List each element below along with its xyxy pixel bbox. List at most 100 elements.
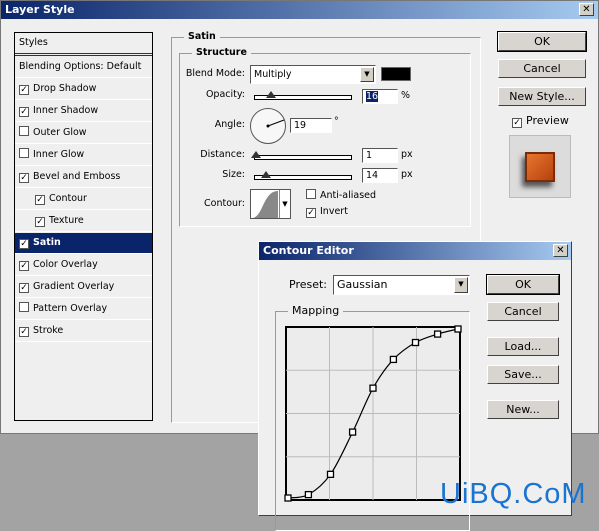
style-item-label: Color Overlay bbox=[33, 259, 98, 270]
preview-checkbox[interactable]: ✓ Preview bbox=[512, 114, 569, 128]
style-checkbox[interactable]: ✓ bbox=[35, 217, 45, 227]
blend-mode-select[interactable]: Multiply ▼ bbox=[250, 65, 376, 84]
preview-swatch bbox=[525, 152, 555, 182]
size-slider-thumb[interactable] bbox=[261, 171, 271, 178]
style-checkbox[interactable]: ✓ bbox=[19, 173, 29, 183]
contour-ok-button[interactable]: OK bbox=[486, 274, 560, 295]
size-slider[interactable] bbox=[254, 171, 352, 180]
distance-input[interactable]: 1 bbox=[362, 148, 398, 163]
mapping-label: Mapping bbox=[288, 304, 344, 317]
styles-list-item[interactable]: Pattern Overlay bbox=[15, 299, 152, 320]
styles-list-item[interactable]: ✓ Contour bbox=[15, 189, 152, 210]
anti-aliased-label: Anti-aliased bbox=[320, 190, 377, 201]
contour-picker[interactable]: ▼ bbox=[250, 189, 291, 219]
style-item-label: Stroke bbox=[33, 325, 64, 336]
distance-slider[interactable] bbox=[251, 151, 352, 160]
style-checkbox[interactable]: ✓ bbox=[19, 107, 29, 117]
chevron-down-icon[interactable]: ▼ bbox=[454, 277, 468, 293]
style-checkbox[interactable]: ✓ bbox=[19, 283, 29, 293]
preset-label: Preset: bbox=[289, 278, 328, 291]
contour-cancel-button[interactable]: Cancel bbox=[487, 302, 559, 321]
contour-label: Contour: bbox=[204, 198, 245, 209]
opacity-value: 16 bbox=[366, 91, 379, 102]
invert-checkbox[interactable]: ✓ Invert bbox=[306, 206, 348, 218]
style-item-label: Drop Shadow bbox=[33, 83, 97, 94]
contour-dropdown-arrow-icon[interactable]: ▼ bbox=[279, 190, 290, 218]
angle-dial[interactable] bbox=[250, 108, 286, 144]
blend-mode-label: Blend Mode: bbox=[185, 68, 245, 79]
style-item-label: Bevel and Emboss bbox=[33, 171, 121, 182]
style-checkbox[interactable]: ✓ bbox=[19, 239, 29, 249]
curve-point[interactable] bbox=[433, 330, 442, 338]
distance-slider-thumb[interactable] bbox=[251, 151, 261, 158]
distance-unit: px bbox=[401, 149, 413, 160]
styles-list-item[interactable]: ✓ Satin bbox=[15, 233, 152, 254]
opacity-slider-thumb[interactable] bbox=[266, 91, 276, 98]
styles-list-item[interactable]: ✓ Stroke bbox=[15, 321, 152, 342]
style-item-label: Outer Glow bbox=[33, 127, 87, 138]
opacity-input[interactable]: 16 bbox=[362, 89, 398, 104]
curve-point[interactable] bbox=[454, 325, 462, 333]
angle-dial-needle bbox=[266, 119, 285, 128]
angle-unit: ° bbox=[334, 116, 339, 127]
styles-list-item[interactable]: ✓ Bevel and Emboss bbox=[15, 167, 152, 188]
styles-list-item[interactable]: Inner Glow bbox=[15, 145, 152, 166]
contour-curve-graph[interactable] bbox=[284, 325, 462, 502]
styles-list-item[interactable]: ✓ Gradient Overlay bbox=[15, 277, 152, 298]
preview-checkbox-box[interactable]: ✓ bbox=[512, 118, 522, 128]
style-checkbox[interactable]: ✓ bbox=[19, 85, 29, 95]
styles-list-item[interactable]: Outer Glow bbox=[15, 123, 152, 144]
satin-group-label: Satin bbox=[184, 31, 220, 42]
size-value: 14 bbox=[366, 170, 379, 181]
style-checkbox[interactable] bbox=[19, 302, 29, 312]
style-checkbox[interactable]: ✓ bbox=[35, 195, 45, 205]
styles-list-item[interactable]: ✓ Inner Shadow bbox=[15, 101, 152, 122]
style-checkbox[interactable] bbox=[19, 126, 29, 136]
anti-aliased-checkbox-box[interactable] bbox=[306, 189, 316, 199]
styles-list-item[interactable]: Styles bbox=[15, 33, 152, 56]
contour-editor-close-button[interactable]: ✕ bbox=[553, 244, 568, 257]
styles-list-item[interactable]: ✓ Drop Shadow bbox=[15, 79, 152, 100]
cancel-button[interactable]: Cancel bbox=[498, 59, 586, 78]
dialog-title: Layer Style bbox=[5, 3, 75, 16]
close-button[interactable]: ✕ bbox=[579, 3, 594, 16]
size-input[interactable]: 14 bbox=[362, 168, 398, 183]
ok-button[interactable]: OK bbox=[497, 31, 587, 52]
curve-point[interactable] bbox=[411, 338, 420, 347]
load-button[interactable]: Load... bbox=[487, 337, 559, 356]
invert-checkbox-box[interactable]: ✓ bbox=[306, 208, 316, 218]
chevron-down-icon[interactable]: ▼ bbox=[360, 67, 374, 82]
style-checkbox[interactable] bbox=[19, 148, 29, 158]
curve-point[interactable] bbox=[348, 428, 357, 436]
curve-point[interactable] bbox=[284, 494, 292, 502]
styles-list-item[interactable]: ✓ Color Overlay bbox=[15, 255, 152, 276]
style-item-label: Texture bbox=[49, 215, 84, 226]
anti-aliased-checkbox[interactable]: Anti-aliased bbox=[306, 189, 376, 201]
new-button[interactable]: New... bbox=[487, 400, 559, 419]
size-label: Size: bbox=[222, 169, 245, 180]
new-style-button[interactable]: New Style... bbox=[498, 87, 586, 106]
styles-list-item[interactable]: ✓ Texture bbox=[15, 211, 152, 232]
styles-list-item[interactable]: Blending Options: Default bbox=[15, 57, 152, 78]
style-item-label: Contour bbox=[49, 193, 87, 204]
satin-color-swatch[interactable] bbox=[381, 67, 411, 81]
opacity-unit: % bbox=[401, 90, 411, 101]
preset-value: Gaussian bbox=[337, 278, 388, 291]
layer-style-title-bar[interactable]: Layer Style bbox=[1, 1, 598, 19]
save-button[interactable]: Save... bbox=[487, 365, 559, 384]
preset-select[interactable]: Gaussian ▼ bbox=[333, 275, 470, 295]
invert-label: Invert bbox=[320, 206, 348, 217]
curve-point[interactable] bbox=[326, 470, 335, 478]
curve-point[interactable] bbox=[389, 355, 398, 364]
opacity-label: Opacity: bbox=[205, 89, 245, 100]
style-checkbox[interactable]: ✓ bbox=[19, 261, 29, 271]
angle-input[interactable]: 19 bbox=[290, 118, 332, 133]
angle-value: 19 bbox=[294, 120, 307, 131]
contour-editor-title-bar[interactable]: Contour Editor bbox=[259, 242, 571, 260]
style-checkbox[interactable]: ✓ bbox=[19, 327, 29, 337]
curve-point[interactable] bbox=[369, 384, 377, 392]
curve-point[interactable] bbox=[304, 490, 313, 499]
styles-list: Styles Blending Options: Default ✓ Drop Sha… bbox=[14, 32, 153, 421]
opacity-slider[interactable] bbox=[254, 91, 352, 100]
distance-value: 1 bbox=[366, 150, 373, 161]
